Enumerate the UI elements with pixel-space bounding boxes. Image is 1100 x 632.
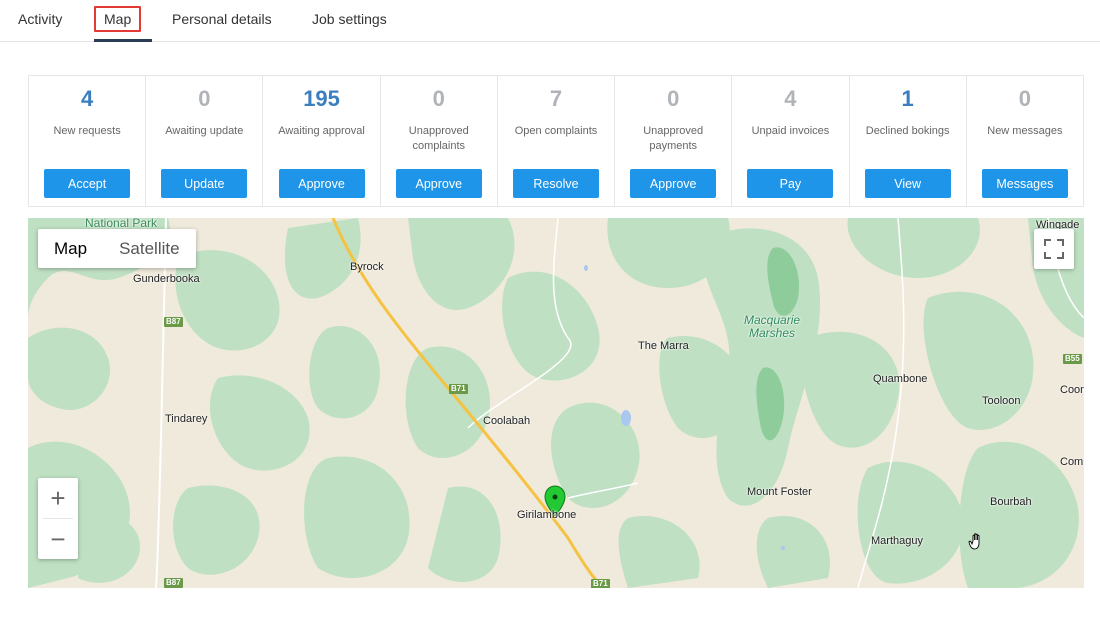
stat-declined-bookings: 1 Declined bokings View <box>850 76 967 206</box>
place-tooloon: Tooloon <box>982 395 1021 407</box>
place-quambone: Quambone <box>873 373 928 385</box>
hand-cursor-icon <box>968 533 980 550</box>
update-button[interactable]: Update <box>161 169 248 198</box>
tab-activity[interactable]: Activity <box>18 0 62 42</box>
stat-value: 7 <box>549 86 563 111</box>
stat-open-complaints: 7 Open complaints Resolve <box>498 76 616 206</box>
stat-unapproved-complaints: 0 Unapproved complaints Approve <box>381 76 498 206</box>
zoom-control: + − <box>38 478 78 559</box>
approve-payments-button[interactable]: Approve <box>630 169 717 198</box>
stat-value: 1 <box>901 86 914 111</box>
view-button[interactable]: View <box>864 169 951 198</box>
stats-panel: 4 New requests Accept 0 Awaiting update … <box>28 75 1084 207</box>
fullscreen-icon <box>1044 239 1064 259</box>
place-byrock: Byrock <box>350 261 384 273</box>
stat-value: 0 <box>198 86 211 111</box>
zoom-out-button[interactable]: − <box>38 519 78 559</box>
stat-value: 0 <box>1018 86 1031 111</box>
fullscreen-button[interactable] <box>1034 229 1074 269</box>
place-bourbah: Bourbah <box>990 496 1032 508</box>
resolve-button[interactable]: Resolve <box>512 169 599 198</box>
stat-label: Awaiting approval <box>278 125 365 137</box>
stat-unapproved-payments: 0 Unapproved payments Approve <box>615 76 733 206</box>
stat-label: New messages <box>987 125 1063 137</box>
map-type-control: Map Satellite <box>38 229 196 268</box>
place-mount-foster: Mount Foster <box>747 486 812 498</box>
place-coolabah: Coolabah <box>483 415 531 427</box>
place-macquarie-line2: Marshes <box>749 326 796 340</box>
map-type-satellite-button[interactable]: Satellite <box>103 229 195 268</box>
map-type-map-button[interactable]: Map <box>38 229 103 268</box>
stat-value: 0 <box>432 86 445 111</box>
stat-value: 4 <box>784 86 797 111</box>
stat-unpaid-invoices: 4 Unpaid invoices Pay <box>732 76 850 206</box>
stat-label: Unapproved complaints <box>408 125 469 152</box>
place-macquarie-marshes: Macquarie Marshes <box>744 314 800 340</box>
stat-value: 0 <box>667 86 680 111</box>
place-coon: Coon <box>1060 384 1084 396</box>
place-tindarey: Tindarey <box>165 413 208 425</box>
pay-button[interactable]: Pay <box>747 169 834 198</box>
place-com: Com <box>1060 456 1084 468</box>
tab-map[interactable]: Map <box>94 0 152 42</box>
road-shield-b71: B71 <box>591 579 610 588</box>
place-marthaguy: Marthaguy <box>871 535 923 547</box>
zoom-in-button[interactable]: + <box>38 478 78 518</box>
tab-job-settings[interactable]: Job settings <box>312 0 387 42</box>
approve-button[interactable]: Approve <box>278 169 365 198</box>
tab-personal-details[interactable]: Personal details <box>172 0 272 42</box>
accept-button[interactable]: Accept <box>44 169 131 198</box>
stat-new-messages: 0 New messages Messages <box>967 76 1083 206</box>
tab-map-label: Map <box>94 6 142 32</box>
stat-awaiting-approval: 195 Awaiting approval Approve <box>263 76 381 206</box>
place-the-marra: The Marra <box>638 340 689 352</box>
place-gunderbooka: Gunderbooka <box>133 273 200 285</box>
road-shield-b55: B55 <box>1063 354 1082 364</box>
tab-job-settings-label: Job settings <box>312 11 387 27</box>
tab-bar: Activity Map Personal details Job settin… <box>0 0 1100 42</box>
tab-activity-label: Activity <box>18 11 63 27</box>
road-shield-b87: B87 <box>164 578 183 588</box>
stat-label: Unpaid invoices <box>751 125 830 137</box>
stat-label: Awaiting update <box>165 125 244 137</box>
messages-button[interactable]: Messages <box>981 169 1068 198</box>
stat-label: Unapproved payments <box>643 125 704 152</box>
stat-label: New requests <box>53 125 121 137</box>
road-shield-b71: B71 <box>449 384 468 394</box>
stat-awaiting-update: 0 Awaiting update Update <box>146 76 264 206</box>
road-shield-b87: B87 <box>164 317 183 327</box>
stat-new-requests: 4 New requests Accept <box>29 76 147 206</box>
stat-value: 4 <box>80 86 94 111</box>
stat-label: Declined bokings <box>865 125 950 137</box>
approve-complaints-button[interactable]: Approve <box>395 169 482 198</box>
stat-value: 195 <box>303 86 340 111</box>
stat-label: Open complaints <box>514 125 598 137</box>
place-girilambone: Girilambone <box>517 509 577 521</box>
tab-personal-details-label: Personal details <box>172 11 272 27</box>
map-canvas[interactable]: National Park Wingade Byrock Gunderbooka… <box>28 218 1084 588</box>
